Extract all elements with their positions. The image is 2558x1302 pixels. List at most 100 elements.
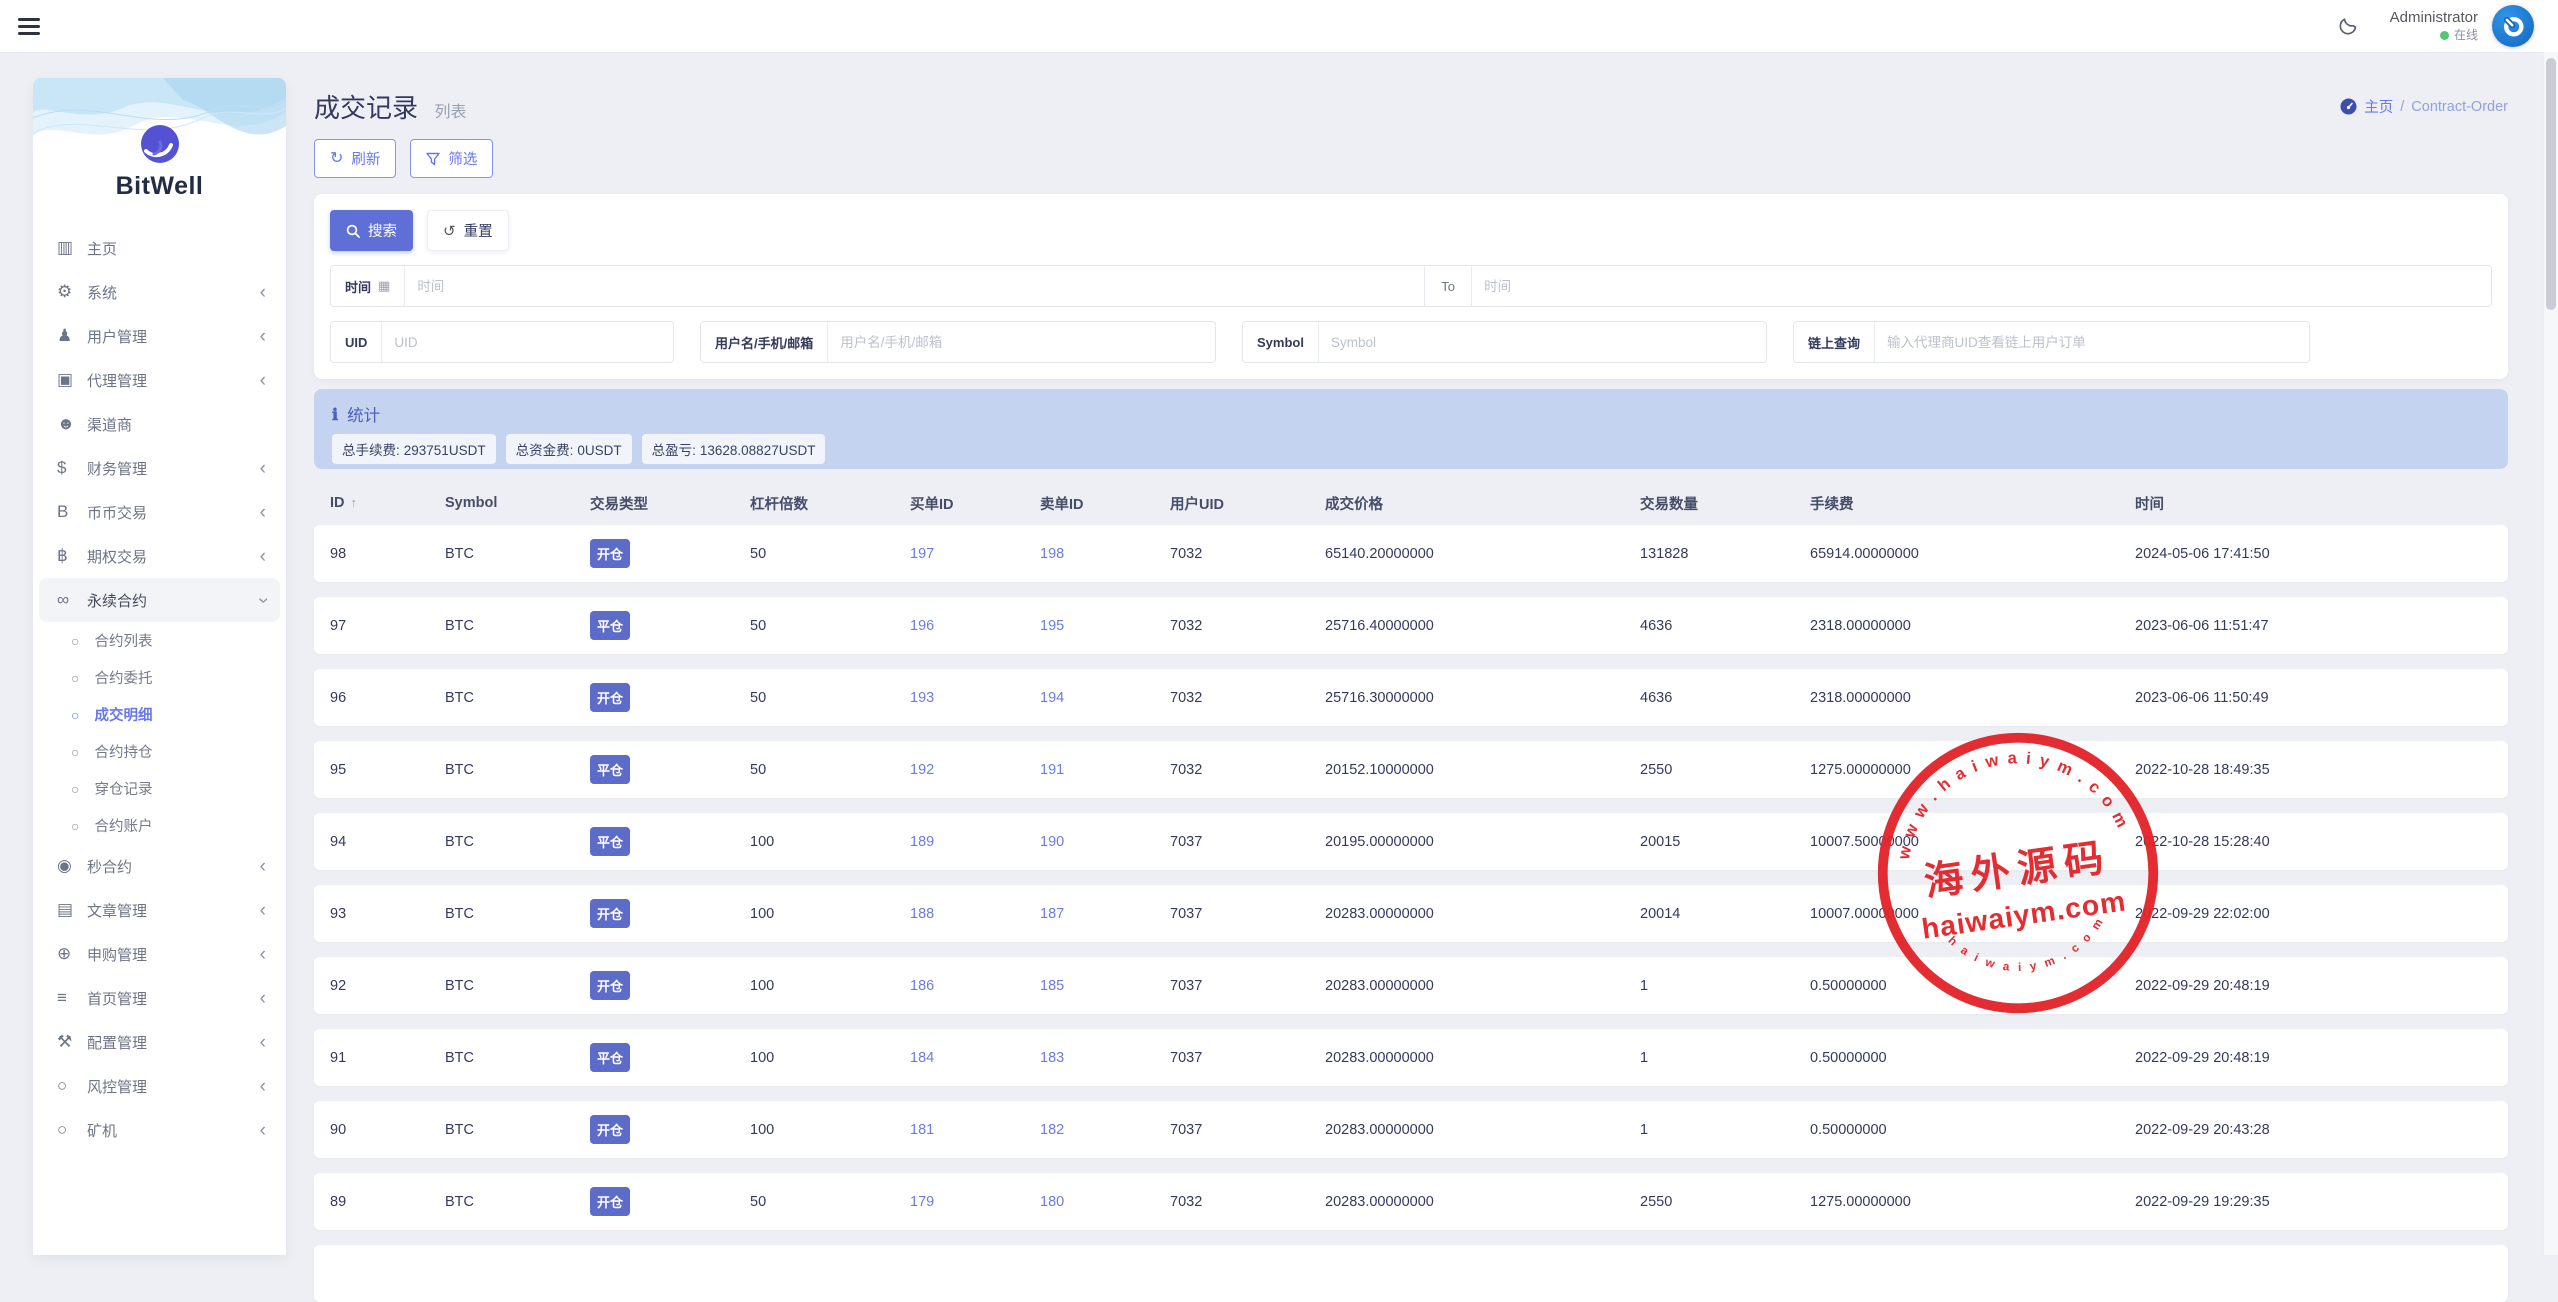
- sidebar-item[interactable]: $ 财务管理 ‹: [33, 446, 286, 490]
- sidebar-subitem[interactable]: ○ 合约委托: [33, 659, 286, 696]
- sidebar-item[interactable]: ▥ 主页: [33, 226, 286, 270]
- calendar-icon: ▦: [378, 278, 390, 294]
- time-to-separator: To: [1424, 266, 1472, 306]
- sell-order-link[interactable]: 198: [1040, 546, 1064, 562]
- sidebar-subitem[interactable]: ○ 合约列表: [33, 622, 286, 659]
- search-field-input[interactable]: [1319, 335, 1766, 350]
- sidebar-item[interactable]: ▤ 文章管理 ‹: [33, 888, 286, 932]
- sidebar-item[interactable]: ฿ 期权交易 ‹: [33, 534, 286, 578]
- reset-button[interactable]: ↺ 重置: [427, 210, 509, 251]
- refresh-icon: ↻: [330, 151, 343, 167]
- sell-order-link[interactable]: 182: [1040, 1122, 1064, 1138]
- cell-fee: 2318.00000000: [1810, 618, 2135, 634]
- time-to-input[interactable]: [1472, 279, 2491, 294]
- sell-order-link[interactable]: 183: [1040, 1050, 1064, 1066]
- sidebar-item[interactable]: ≡ 首页管理 ‹: [33, 976, 286, 1020]
- buy-order-link[interactable]: 192: [910, 762, 934, 778]
- trade-type-badge: 开仓: [590, 1187, 630, 1216]
- sidebar-subitem[interactable]: ○ 成交明细: [33, 696, 286, 733]
- circle-bullet-icon: ○: [71, 633, 79, 649]
- sidebar-item[interactable]: ⚙ 系统 ‹: [33, 270, 286, 314]
- time-from-input[interactable]: [405, 279, 1424, 294]
- stats-panel: ℹ 统计 总手续费:293751USDT 总资金费:0USDT 总盈亏:1362…: [314, 389, 2508, 469]
- column-header[interactable]: 杠杆倍数: [750, 493, 910, 514]
- buy-order-link[interactable]: 184: [910, 1050, 934, 1066]
- column-header[interactable]: Symbol: [445, 495, 590, 511]
- column-header[interactable]: 用户UID: [1170, 493, 1325, 514]
- buy-order-link[interactable]: 186: [910, 978, 934, 994]
- sidebar-item-label: 用户管理: [87, 326, 260, 347]
- search-field-input[interactable]: [1875, 335, 2309, 350]
- filter-button[interactable]: 筛选: [410, 139, 493, 178]
- breadcrumb-home-link[interactable]: 主页: [2364, 96, 2393, 117]
- chevron-icon: ‹: [260, 503, 266, 522]
- sidebar-item[interactable]: ⊕ 申购管理 ‹: [33, 932, 286, 976]
- sidebar-item[interactable]: ○ 矿机 ‹: [33, 1108, 286, 1152]
- topbar: Administrator 在线: [0, 0, 2558, 52]
- user-menu[interactable]: Administrator 在线: [2390, 9, 2478, 43]
- column-header[interactable]: 卖单ID: [1040, 493, 1170, 514]
- buy-order-link[interactable]: 179: [910, 1194, 934, 1210]
- avatar[interactable]: [2492, 5, 2534, 47]
- scrollbar-thumb[interactable]: [2546, 58, 2556, 310]
- cell-symbol: BTC: [445, 1050, 590, 1066]
- buy-order-link[interactable]: 181: [910, 1122, 934, 1138]
- column-header[interactable]: 交易类型: [590, 493, 750, 514]
- search-field-input[interactable]: [382, 335, 673, 350]
- scrollbar[interactable]: [2543, 52, 2558, 1255]
- sell-order-link[interactable]: 194: [1040, 690, 1064, 706]
- buy-order-link[interactable]: 188: [910, 906, 934, 922]
- sidebar-item[interactable]: B 币币交易 ‹: [33, 490, 286, 534]
- sell-order-link[interactable]: 191: [1040, 762, 1064, 778]
- cell-fee: 0.50000000: [1810, 978, 2135, 994]
- search-button[interactable]: 搜索: [330, 210, 413, 251]
- column-header[interactable]: 成交价格: [1325, 493, 1640, 514]
- stat-badge: 总手续费:293751USDT: [332, 434, 496, 464]
- column-header-id[interactable]: ID↑: [330, 495, 445, 511]
- sell-order-link[interactable]: 185: [1040, 978, 1064, 994]
- dark-mode-icon[interactable]: [2336, 14, 2360, 38]
- cell-leverage: 50: [750, 546, 910, 562]
- column-header[interactable]: 时间: [2135, 493, 2492, 514]
- dashboard-icon: [2340, 98, 2357, 115]
- sidebar-item[interactable]: ∞ 永续合约 ‹: [39, 578, 280, 622]
- sidebar-item[interactable]: ☻ 渠道商: [33, 402, 286, 446]
- sidebar-subitem[interactable]: ○ 合约账户: [33, 807, 286, 844]
- stats-title: 统计: [347, 402, 380, 426]
- cell-uid: 7037: [1170, 1122, 1325, 1138]
- brand-logo-icon: [140, 124, 180, 164]
- menu-toggle-icon[interactable]: [18, 14, 42, 39]
- cell-fee: 1275.00000000: [1810, 762, 2135, 778]
- sidebar-subitem[interactable]: ○ 合约持仓: [33, 733, 286, 770]
- sidebar-subitem[interactable]: ○ 穿仓记录: [33, 770, 286, 807]
- sell-order-link[interactable]: 195: [1040, 618, 1064, 634]
- sidebar-item[interactable]: ○ 风控管理 ‹: [33, 1064, 286, 1108]
- cell-price: 65140.20000000: [1325, 546, 1640, 562]
- cell-price: 20283.00000000: [1325, 978, 1640, 994]
- sell-order-link[interactable]: 180: [1040, 1194, 1064, 1210]
- table-row: 92 BTC 开仓 100 186 185 7037 20283.0000000…: [314, 957, 2508, 1014]
- sidebar-item[interactable]: ⚒ 配置管理 ‹: [33, 1020, 286, 1064]
- search-field-group: 链上查询: [1793, 321, 2310, 363]
- buy-order-link[interactable]: 189: [910, 834, 934, 850]
- gear-icon: ⚙: [57, 282, 87, 302]
- cell-uid: 7032: [1170, 762, 1325, 778]
- search-field-input[interactable]: [828, 335, 1215, 350]
- chevron-icon: ‹: [260, 857, 266, 876]
- sidebar-item-label: 期权交易: [87, 546, 260, 567]
- column-header[interactable]: 交易数量: [1640, 493, 1810, 514]
- cell-symbol: BTC: [445, 906, 590, 922]
- column-header[interactable]: 手续费: [1810, 493, 2135, 514]
- sidebar-item[interactable]: ◉ 秒合约 ‹: [33, 844, 286, 888]
- search-field-group: Symbol: [1242, 321, 1767, 363]
- sidebar-item[interactable]: ♟ 用户管理 ‹: [33, 314, 286, 358]
- column-header[interactable]: 买单ID: [910, 493, 1040, 514]
- buy-order-link[interactable]: 193: [910, 690, 934, 706]
- buy-order-link[interactable]: 196: [910, 618, 934, 634]
- sell-order-link[interactable]: 190: [1040, 834, 1064, 850]
- buy-order-link[interactable]: 197: [910, 546, 934, 562]
- bitcoin-icon: ฿: [57, 546, 87, 566]
- sell-order-link[interactable]: 187: [1040, 906, 1064, 922]
- refresh-button[interactable]: ↻ 刷新: [314, 139, 396, 178]
- sidebar-item[interactable]: ▣ 代理管理 ‹: [33, 358, 286, 402]
